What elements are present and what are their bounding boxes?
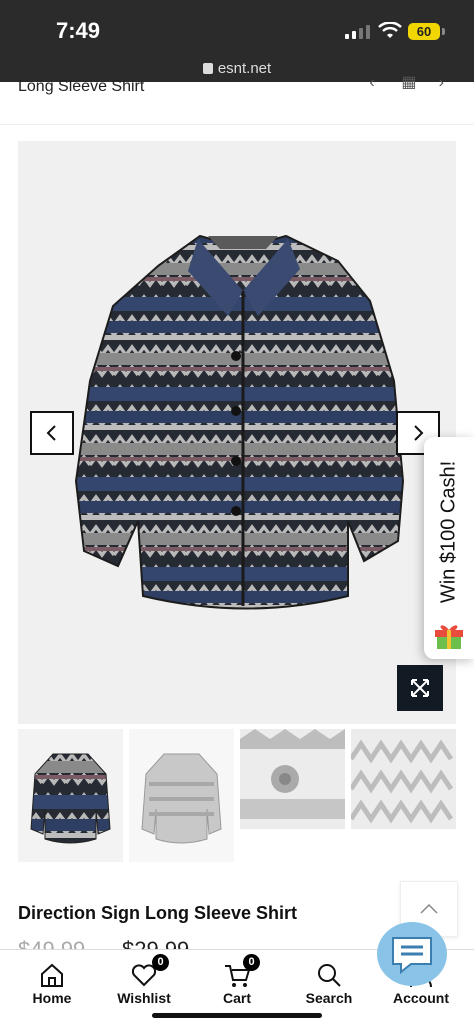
cart-badge: 0 [243,954,260,971]
prev-image-button[interactable] [30,411,74,455]
expand-icon [411,679,429,697]
chevron-icon[interactable]: ‹ [369,74,374,91]
chat-icon [392,937,432,974]
nav-label: Cart [222,990,251,1006]
home-indicator [152,1013,322,1018]
fullscreen-button[interactable] [397,665,443,711]
nav-label: Wishlist [117,990,171,1006]
thumbnail-3[interactable] [240,729,345,829]
gift-icon [435,625,463,649]
chevron-icon[interactable]: › [439,74,444,91]
url-text: esnt.net [217,60,272,77]
nav-label: Account [393,990,449,1006]
wifi-icon [378,22,402,38]
chat-button[interactable] [377,922,447,986]
promo-label: Win $100 Cash! [437,460,460,604]
home-icon [41,963,63,987]
signal-icon [345,25,370,39]
grid-icon[interactable]: ▦ [401,74,416,91]
battery-indicator: 60 [408,23,440,40]
search-icon [318,964,341,987]
status-bar: 7:49 60 esnt.net [0,0,474,82]
thumbnail-4[interactable] [348,729,456,829]
nav-label: Home [32,990,72,1006]
lock-icon [202,63,213,74]
thumbnail-2[interactable] [129,729,234,862]
header-icons: ‹ ▦ › [369,72,444,92]
chevron-left-icon [46,425,56,441]
status-time: 7:49 [56,18,101,43]
battery-tip [442,28,445,35]
chevron-up-icon [420,903,438,914]
thumbnail-1[interactable] [18,729,123,862]
chevron-right-icon [414,425,424,441]
nav-label: Search [305,990,353,1006]
header-title: Long Sleeve Shirt [18,78,145,95]
shirt-image [74,234,405,610]
wishlist-badge: 0 [152,954,169,971]
product-title: Direction Sign Long Sleeve Shirt [18,903,298,923]
win-cash-promo-tab[interactable]: Win $100 Cash! [424,437,474,659]
product-image[interactable] [18,141,456,724]
